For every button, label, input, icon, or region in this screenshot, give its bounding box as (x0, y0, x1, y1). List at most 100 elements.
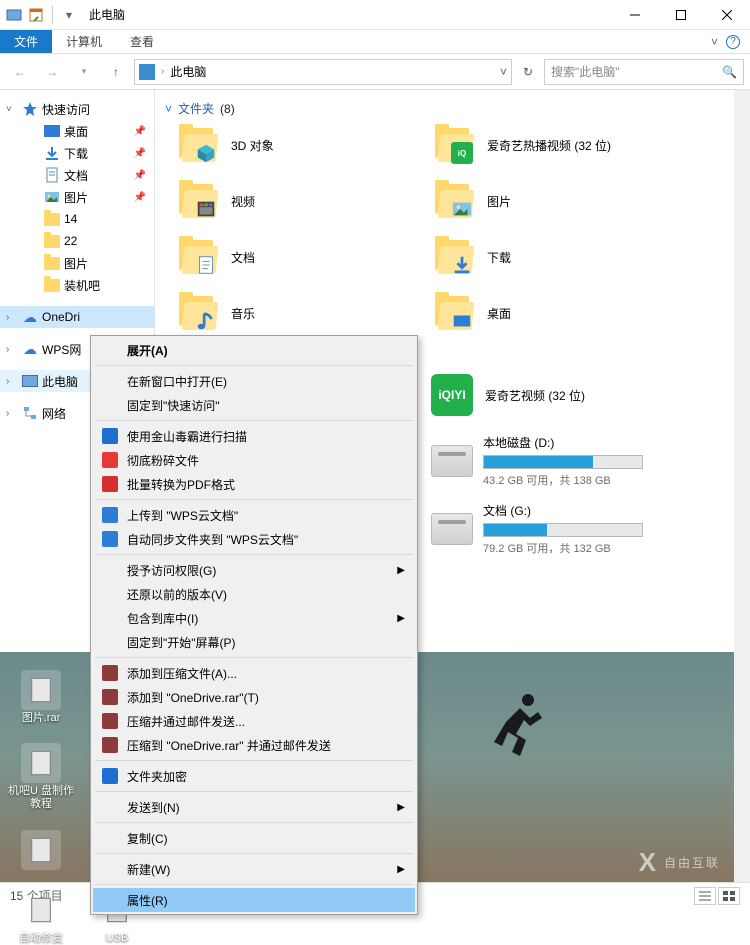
item-label: 视频 (231, 193, 255, 210)
menu-item[interactable]: 压缩并通过邮件发送... (93, 709, 415, 733)
menu-item[interactable]: 包含到库中(I)▶ (93, 606, 415, 630)
drive-item[interactable]: 本地磁盘 (D:)43.2 GB 可用，共 138 GB (431, 434, 679, 488)
menu-item[interactable]: 添加到 "OneDrive.rar"(T) (93, 685, 415, 709)
expand-icon[interactable]: › (6, 312, 18, 323)
menu-item[interactable]: 新建(W)▶ (93, 857, 415, 881)
menu-item[interactable]: 固定到"快速访问" (93, 393, 415, 417)
tree-item[interactable]: ›14 (0, 208, 154, 230)
folder-item[interactable]: iQ爱奇艺热播视频 (32 位) (433, 123, 683, 167)
menu-item[interactable]: 添加到压缩文件(A)... (93, 661, 415, 685)
menu-item[interactable]: 使用金山毒霸进行扫描 (93, 424, 415, 448)
rar-icon (101, 736, 119, 754)
tree-item[interactable]: ›装机吧 (0, 274, 154, 296)
submenu-arrow-icon: ▶ (397, 802, 405, 813)
ribbon-tab-computer[interactable]: 计算机 (52, 30, 116, 53)
qat-dropdown-icon[interactable]: ▾ (61, 7, 77, 23)
menu-item[interactable]: 发送到(N)▶ (93, 795, 415, 819)
drive-label: 本地磁盘 (D:) (483, 434, 679, 451)
menu-label: 使用金山毒霸进行扫描 (127, 428, 247, 445)
minimize-button[interactable] (612, 0, 658, 30)
ribbon-tab-file[interactable]: 文件 (0, 30, 52, 53)
tree-quick-access[interactable]: ˅ 快速访问 (0, 98, 154, 120)
address-bar[interactable]: › 此电脑 ˅ (134, 59, 512, 85)
pin-icon: 📌 (134, 192, 146, 203)
nav-forward-button[interactable]: → (38, 58, 66, 86)
folder-item[interactable]: 桌面 (433, 291, 683, 335)
menu-label: 批量转换为PDF格式 (127, 476, 235, 493)
folder-item[interactable]: 下载 (433, 235, 683, 279)
folder-item[interactable]: 视频 (177, 179, 427, 223)
menu-item[interactable]: 展开(A) (93, 338, 415, 362)
ribbon-collapse-icon[interactable]: ˅ (711, 35, 718, 49)
folder-item[interactable]: 3D 对象 (177, 123, 427, 167)
menu-label: 文件夹加密 (127, 768, 187, 785)
menu-item[interactable]: 授予访问权限(G)▶ (93, 558, 415, 582)
menu-item[interactable]: 压缩到 "OneDrive.rar" 并通过邮件发送 (93, 733, 415, 757)
maximize-button[interactable] (658, 0, 704, 30)
nav-up-button[interactable]: ↑ (102, 58, 130, 86)
close-button[interactable] (704, 0, 750, 30)
group-header-folders[interactable]: ˅ 文件夹 (8) (155, 98, 750, 123)
search-input[interactable]: 搜索"此电脑" 🔍 (544, 59, 744, 85)
tree-item[interactable]: ›桌面📌 (0, 120, 154, 142)
desktop-icon[interactable]: 图片.rar (6, 670, 76, 725)
menu-item[interactable]: 复制(C) (93, 826, 415, 850)
menu-item[interactable]: 还原以前的版本(V) (93, 582, 415, 606)
tree-label: 14 (64, 212, 77, 226)
drive-item[interactable]: 文档 (G:)79.2 GB 可用，共 132 GB (431, 502, 679, 556)
tree-item[interactable]: ›22 (0, 230, 154, 252)
tree-item[interactable]: ›图片📌 (0, 186, 154, 208)
refresh-button[interactable]: ↻ (516, 60, 540, 84)
tree-label: 此电脑 (42, 373, 78, 390)
tree-label: 桌面 (64, 123, 88, 140)
tree-item[interactable]: ›图片 (0, 252, 154, 274)
item-icon (44, 277, 60, 293)
menu-item[interactable]: 彻底粉碎文件 (93, 448, 415, 472)
expand-icon[interactable]: › (6, 376, 18, 387)
view-details-button[interactable] (694, 887, 716, 905)
pin-icon: 📌 (134, 126, 146, 137)
breadcrumb[interactable]: 此电脑 (170, 63, 206, 80)
qat-properties-icon[interactable] (28, 7, 44, 23)
tree-onedrive[interactable]: › ☁ OneDri (0, 306, 154, 328)
separator (95, 853, 413, 854)
menu-item[interactable]: 属性(R) (93, 888, 415, 912)
folder-icon (177, 124, 219, 166)
vertical-scrollbar[interactable] (734, 90, 750, 882)
menu-item[interactable]: 上传到 "WPS云文档" (93, 503, 415, 527)
menu-item[interactable]: 批量转换为PDF格式 (93, 472, 415, 496)
group-label: 文件夹 (178, 100, 214, 117)
desktop-icon[interactable]: 机吧U 盘制作教程 (6, 743, 76, 811)
menu-item[interactable]: 固定到"开始"屏幕(P) (93, 630, 415, 654)
cloud-up-icon (101, 506, 119, 524)
tree-item[interactable]: ›下载📌 (0, 142, 154, 164)
item-label: 桌面 (487, 305, 511, 322)
rar-icon (101, 688, 119, 706)
ribbon-tab-view[interactable]: 查看 (116, 30, 168, 53)
tree-item[interactable]: ›文档📌 (0, 164, 154, 186)
desktop-icon[interactable] (6, 830, 76, 872)
menu-item[interactable]: 文件夹加密 (93, 764, 415, 788)
help-icon[interactable]: ? (726, 35, 740, 49)
menu-label: 压缩到 "OneDrive.rar" 并通过邮件发送 (127, 737, 331, 754)
app-item-iqiyi[interactable]: iQIYI 爱奇艺视频 (32 位) (431, 374, 585, 416)
folder-item[interactable]: 音乐 (177, 291, 427, 335)
expand-icon[interactable]: ˅ (6, 104, 18, 115)
expand-icon[interactable]: › (6, 344, 18, 355)
search-icon[interactable]: 🔍 (722, 65, 737, 79)
folder-icon (177, 180, 219, 222)
nav-back-button[interactable]: ← (6, 58, 34, 86)
menu-item[interactable]: 在新窗口中打开(E) (93, 369, 415, 393)
menu-label: 上传到 "WPS云文档" (127, 507, 238, 524)
tree-label: 图片 (64, 255, 88, 272)
folder-item[interactable]: 图片 (433, 179, 683, 223)
expand-icon[interactable]: › (6, 408, 18, 419)
menu-label: 固定到"快速访问" (127, 397, 220, 414)
address-dropdown-icon[interactable]: ˅ (500, 65, 507, 79)
menu-label: 添加到 "OneDrive.rar"(T) (127, 689, 259, 706)
desktop-icon[interactable]: 自动修复 (6, 890, 76, 945)
folder-item[interactable]: 文档 (177, 235, 427, 279)
menu-item[interactable]: 自动同步文件夹到 "WPS云文档" (93, 527, 415, 551)
view-icons-button[interactable] (718, 887, 740, 905)
nav-recent-dropdown[interactable]: ▾ (70, 58, 98, 86)
